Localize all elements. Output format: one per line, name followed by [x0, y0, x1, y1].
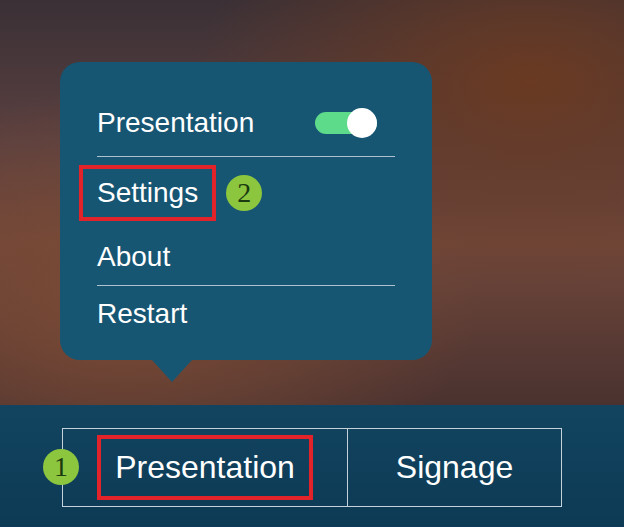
- menu-item[interactable]: Restart: [97, 286, 395, 342]
- step-badge: 1: [43, 449, 79, 485]
- mode-button-label[interactable]: Signage: [378, 435, 531, 500]
- bottom-bar: Presentation1Signage: [0, 405, 624, 527]
- menu-divider: [97, 285, 395, 286]
- menu-item-label[interactable]: About: [79, 229, 188, 285]
- step-badge: 2: [226, 175, 262, 211]
- mode-button[interactable]: Presentation1: [63, 429, 347, 506]
- popup-menu: PresentationSettings2AboutRestart: [60, 62, 432, 360]
- mode-button-label[interactable]: Presentation: [97, 435, 313, 500]
- menu-item-label[interactable]: Presentation: [79, 95, 272, 151]
- menu-item[interactable]: Presentation: [97, 90, 395, 156]
- menu-item-label[interactable]: Settings: [79, 165, 216, 221]
- presentation-toggle[interactable]: [315, 112, 377, 134]
- toggle-knob: [347, 108, 377, 138]
- mode-button[interactable]: Signage: [347, 429, 561, 506]
- menu-item[interactable]: Settings2: [97, 157, 395, 229]
- menu-item[interactable]: About: [97, 229, 395, 285]
- menu-item-label[interactable]: Restart: [79, 286, 205, 342]
- menu-divider: [97, 156, 395, 157]
- mode-switch: Presentation1 Signage: [62, 428, 562, 507]
